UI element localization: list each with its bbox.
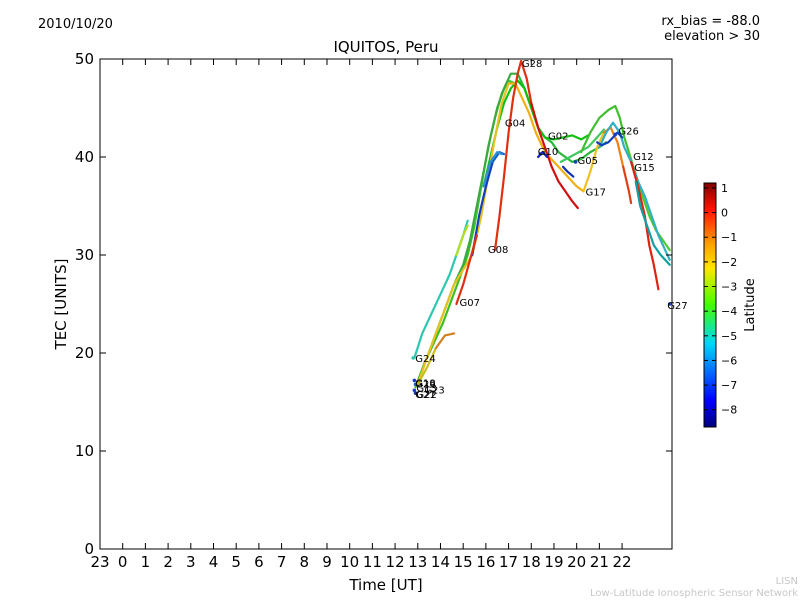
chart-title: IQUITOS, Peru (333, 38, 438, 56)
network-full-label: Low-Latitude Ionospheric Sensor Network (590, 588, 798, 599)
x-tick-label: 8 (300, 553, 310, 571)
x-tick-label: 9 (322, 553, 332, 571)
x-tick-label: 0 (118, 553, 128, 571)
y-axis: 01020304050 (75, 50, 672, 558)
x-tick-label: 16 (476, 553, 495, 571)
series-G07 (414, 79, 517, 389)
satellite-label: G26 (618, 127, 638, 138)
satellite-label: G12 (633, 152, 653, 163)
x-tick-label: 1 (141, 553, 151, 571)
colorbar-tick-label: −1 (721, 231, 737, 244)
colorbar-tick-label: 1 (721, 182, 728, 195)
x-tick-label: 5 (231, 553, 241, 571)
colorbar-tick-label: −3 (721, 281, 737, 294)
colorbar-tick-label: −8 (721, 404, 737, 417)
colorbar-label: Latitude (743, 278, 758, 332)
tec-chart: IQUITOS, Peru G28 G04 G02 G10 G05 G26 G12G15 G1… (52, 38, 758, 594)
series-line (473, 79, 517, 227)
colorbar-tick-label: 0 (721, 207, 728, 220)
satellite-label: G24 (415, 354, 435, 365)
satellite-label: G07 (460, 298, 480, 309)
x-tick-label: 23 (90, 553, 109, 571)
x-tick-label: 6 (254, 553, 264, 571)
x-tick-label: 21 (590, 553, 609, 571)
x-tick-label: 3 (186, 553, 196, 571)
satellite-label: G08 (488, 245, 508, 256)
colorbar-gradient (703, 182, 717, 428)
x-tick-label: 15 (454, 553, 473, 571)
satellite-label: G28 (522, 59, 542, 70)
x-tick-label: 18 (522, 553, 541, 571)
series-line (413, 219, 469, 359)
x-tick-label: 2 (163, 553, 173, 571)
network-short-label: LISN (775, 576, 798, 587)
series-line (434, 332, 456, 350)
x-tick-label: 4 (209, 553, 219, 571)
y-tick-label: 30 (75, 246, 94, 264)
satellite-label: G04 (505, 119, 525, 130)
endpoint-marker (613, 132, 618, 137)
x-tick-label: 12 (386, 553, 405, 571)
satellite-label: G10 (538, 147, 558, 158)
satellite-label: G02 (548, 131, 568, 142)
y-tick-label: 40 (75, 148, 94, 166)
satellite-label: G15 (634, 163, 654, 174)
x-tick-label: 7 (277, 553, 287, 571)
colorbar-tick-label: −7 (721, 379, 737, 392)
y-axis-label: TEC [UNITS] (52, 259, 70, 351)
satellite-label: G27 (667, 301, 687, 312)
series-G24 (413, 219, 469, 359)
series-G12 (598, 121, 671, 261)
colorbar-tick-label: −6 (721, 354, 737, 367)
x-tick-label: 20 (567, 553, 586, 571)
x-tick-label: 14 (431, 553, 450, 571)
x-tick-label: 19 (544, 553, 563, 571)
x-tick-label: 10 (340, 553, 359, 571)
colorbar-tick-label: −4 (721, 305, 737, 318)
x-tick-label: 22 (613, 553, 632, 571)
satellite-label: G05 (578, 156, 598, 167)
satellite-label: G22 (416, 390, 436, 401)
series-line (598, 121, 671, 261)
colorbar-tick-label: −5 (721, 330, 737, 343)
satellite-label: G17 (585, 187, 605, 198)
y-tick-label: 10 (75, 442, 94, 460)
x-tick-label: 11 (363, 553, 382, 571)
x-axis-label: Time [UT] (348, 576, 422, 594)
y-tick-label: 50 (75, 50, 94, 68)
colorbar-tick-label: −2 (721, 256, 737, 269)
y-tick-label: 20 (75, 344, 94, 362)
x-tick-label: 17 (499, 553, 518, 571)
series-layer (411, 59, 672, 395)
colorbar: 1 0 −1 −2 −3 −4 −5 −6 −7 −8 Latitude (703, 182, 758, 428)
plot-frame (99, 58, 673, 550)
series-line (622, 165, 633, 205)
x-tick-label: 13 (408, 553, 427, 571)
